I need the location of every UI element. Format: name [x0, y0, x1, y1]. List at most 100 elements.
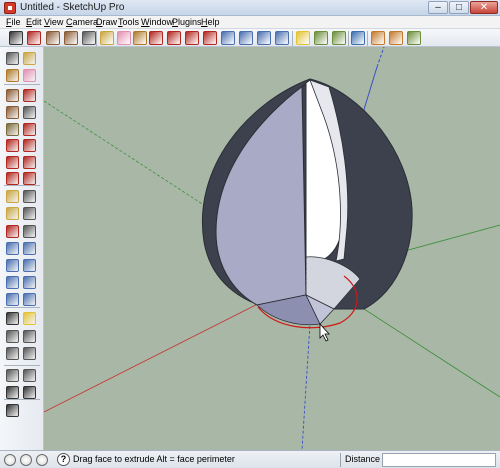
measurements-label: Distance	[345, 454, 381, 464]
circle-icon[interactable]	[64, 31, 78, 45]
zoom-extents-icon[interactable]	[6, 276, 19, 289]
circle-icon[interactable]	[6, 106, 19, 119]
menu-window[interactable]: Window	[141, 16, 173, 28]
blue-axis-top	[376, 47, 385, 68]
3d-text-icon[interactable]	[23, 225, 36, 238]
walk-icon[interactable]	[6, 312, 19, 325]
user-icon[interactable]	[36, 454, 48, 466]
protractor-icon[interactable]	[6, 207, 19, 220]
close-button[interactable]: ✕	[470, 1, 498, 14]
orbit-icon[interactable]	[6, 242, 19, 255]
axes-icon[interactable]	[6, 225, 19, 238]
previous-view-icon[interactable]	[23, 276, 36, 289]
zoom-extents-icon[interactable]	[275, 31, 289, 45]
polygon-icon[interactable]	[6, 123, 19, 136]
components-icon[interactable]	[351, 31, 365, 45]
arc-icon[interactable]	[23, 106, 36, 119]
geolocation-icon[interactable]	[4, 454, 16, 466]
offset-icon[interactable]	[221, 31, 235, 45]
iso-view-icon[interactable]	[6, 330, 19, 343]
section-plane-icon[interactable]	[296, 31, 310, 45]
select-icon[interactable]	[6, 52, 19, 65]
left-toolbar-separator	[4, 365, 40, 366]
menu-plugins[interactable]: Plugins	[172, 16, 202, 28]
select-icon[interactable]	[9, 31, 23, 45]
rectangle-icon[interactable]	[46, 31, 60, 45]
tape-measure-icon[interactable]	[6, 190, 19, 203]
menu-camera[interactable]: Camera	[66, 16, 98, 28]
menu-help[interactable]: Help	[201, 16, 220, 28]
front-view-icon[interactable]	[6, 347, 19, 360]
menu-bar: File Edit View Camera Draw Tools Window …	[0, 16, 500, 28]
dimension-icon[interactable]	[23, 190, 36, 203]
credits-icon[interactable]	[20, 454, 32, 466]
status-message: Drag face to extrude Alt = face perimete…	[73, 454, 235, 464]
toolbar-separator	[292, 31, 293, 46]
arc-icon[interactable]	[82, 31, 96, 45]
walk-footprints-icon[interactable]	[6, 386, 19, 399]
look-around-eye-icon[interactable]	[6, 404, 19, 417]
back-view-icon[interactable]	[6, 369, 19, 382]
3d-warehouse-icon[interactable]	[314, 31, 328, 45]
position-camera-eye-icon[interactable]	[23, 386, 36, 399]
paint-bucket-icon[interactable]	[6, 69, 19, 82]
follow-me-icon[interactable]	[23, 156, 36, 169]
menu-edit[interactable]: Edit	[26, 16, 42, 28]
title-bar: Untitled - SketchUp Pro – □ ✕	[0, 0, 500, 16]
left-toolbar-separator	[4, 185, 40, 186]
sketchup-app-icon	[4, 2, 16, 14]
section-plane-icon[interactable]	[23, 312, 36, 325]
orbit-icon[interactable]	[239, 31, 253, 45]
offset-icon[interactable]	[23, 172, 36, 185]
make-component-icon[interactable]	[23, 52, 36, 65]
status-divider	[340, 453, 341, 467]
left-view-icon[interactable]	[23, 369, 36, 382]
styles-icon[interactable]	[407, 31, 421, 45]
share-model-icon[interactable]	[332, 31, 346, 45]
left-toolbar	[0, 47, 44, 450]
eraser-icon[interactable]	[117, 31, 131, 45]
pan-icon[interactable]	[23, 242, 36, 255]
toolbar-separator	[96, 31, 97, 46]
look-around-icon[interactable]	[23, 293, 36, 306]
right-view-icon[interactable]	[23, 347, 36, 360]
measurements-input[interactable]	[382, 453, 496, 467]
rotate-icon[interactable]	[6, 156, 19, 169]
move-icon[interactable]	[6, 139, 19, 152]
rotate-icon[interactable]	[185, 31, 199, 45]
pencil-icon[interactable]	[27, 31, 41, 45]
toolbar-separator	[367, 31, 368, 46]
scale-icon[interactable]	[6, 172, 19, 185]
push-pull-icon[interactable]	[23, 139, 36, 152]
zoom-icon[interactable]	[257, 31, 271, 45]
make-component-icon[interactable]	[100, 31, 114, 45]
line-icon[interactable]	[23, 89, 36, 102]
help-icon[interactable]: ?	[57, 453, 70, 466]
position-camera-icon[interactable]	[6, 293, 19, 306]
minimize-button[interactable]: –	[428, 1, 448, 14]
model-canvas[interactable]	[44, 47, 500, 450]
left-toolbar-separator	[4, 307, 40, 308]
extension-icon[interactable]	[371, 31, 385, 45]
status-bar: ? Drag face to extrude Alt = face perime…	[0, 450, 500, 468]
freehand-icon[interactable]	[23, 123, 36, 136]
menu-file[interactable]: File	[6, 16, 21, 28]
photo-textures-icon[interactable]	[389, 31, 403, 45]
menu-view[interactable]: View	[44, 16, 63, 28]
menu-draw[interactable]: Draw	[96, 16, 117, 28]
maximize-button[interactable]: □	[449, 1, 469, 14]
zoom-icon[interactable]	[6, 259, 19, 272]
rectangle-icon[interactable]	[6, 89, 19, 102]
eraser-icon[interactable]	[23, 69, 36, 82]
follow-me-icon[interactable]	[203, 31, 217, 45]
push-pull-icon[interactable]	[149, 31, 163, 45]
menu-tools[interactable]: Tools	[118, 16, 139, 28]
top-view-icon[interactable]	[23, 330, 36, 343]
text-icon[interactable]	[23, 207, 36, 220]
paint-bucket-icon[interactable]	[133, 31, 147, 45]
move-icon[interactable]	[167, 31, 181, 45]
window-title: Untitled - SketchUp Pro	[20, 2, 125, 13]
zoom-window-icon[interactable]	[23, 259, 36, 272]
model-viewport[interactable]	[44, 47, 500, 450]
toolbar-separator	[348, 31, 349, 46]
